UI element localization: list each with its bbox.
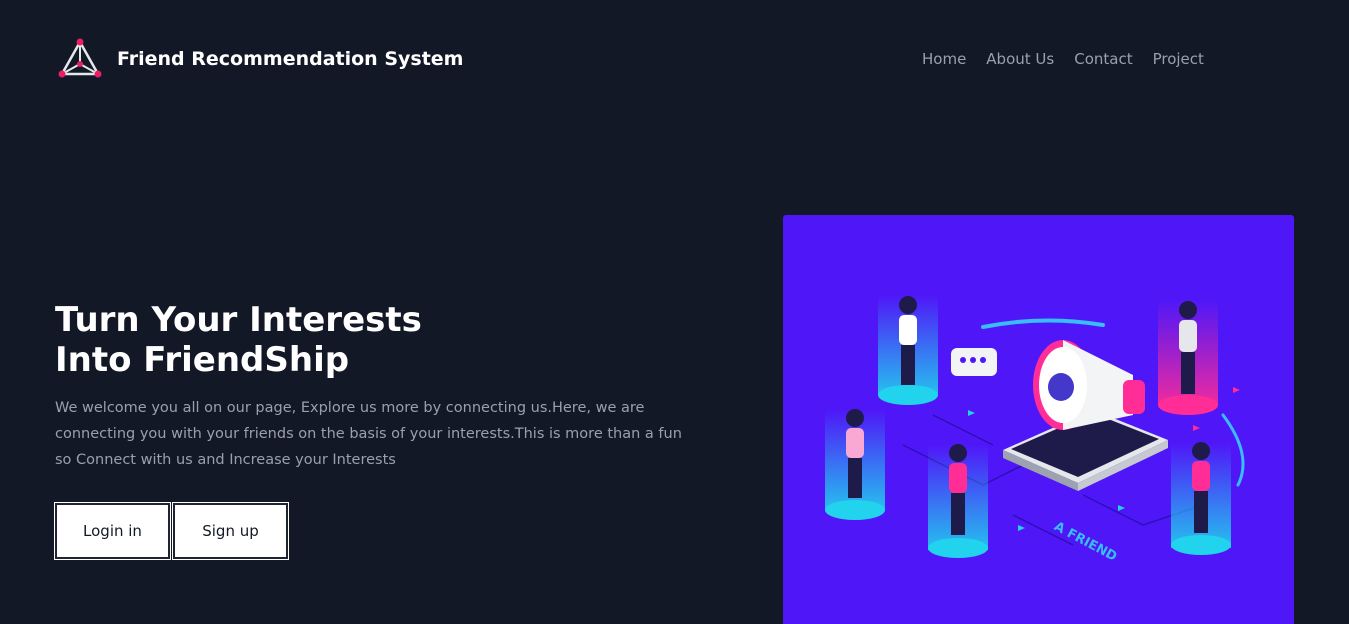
person-pod-4 bbox=[928, 444, 988, 558]
main-nav: Home About Us Contact Project bbox=[922, 50, 1204, 68]
person-pod-2 bbox=[1158, 300, 1218, 415]
hero-description: We welcome you all on our page, Explore … bbox=[55, 400, 682, 468]
hero-title-line2: Into FriendShip bbox=[55, 340, 350, 380]
chat-bubble-icon bbox=[951, 348, 997, 376]
signup-button[interactable]: Sign up bbox=[172, 502, 289, 560]
person-pod-3 bbox=[825, 409, 885, 520]
person-pod-1 bbox=[878, 295, 938, 405]
nav-about-us[interactable]: About Us bbox=[986, 50, 1054, 68]
megaphone-icon bbox=[1033, 340, 1145, 430]
person-pod-5 bbox=[1171, 442, 1231, 555]
megaphone-friends-illustration: A FRIEND bbox=[825, 295, 1245, 565]
nav-home[interactable]: Home bbox=[922, 50, 966, 68]
brand-title[interactable]: Friend Recommendation System bbox=[117, 48, 463, 70]
hero-illustration: A FRIEND bbox=[783, 215, 1294, 624]
network-triangle-icon[interactable] bbox=[58, 38, 102, 80]
illustration-caption: A FRIEND bbox=[1051, 519, 1119, 565]
hero-actions: Login in Sign up bbox=[54, 502, 289, 560]
site-header: Friend Recommendation System Home About … bbox=[0, 0, 1349, 120]
hero-title: Turn Your Interests Into FriendShip bbox=[55, 300, 422, 380]
hero-title-line1: Turn Your Interests bbox=[55, 300, 422, 340]
nav-project[interactable]: Project bbox=[1153, 50, 1204, 68]
nav-contact[interactable]: Contact bbox=[1074, 50, 1132, 68]
login-button[interactable]: Login in bbox=[54, 502, 171, 560]
